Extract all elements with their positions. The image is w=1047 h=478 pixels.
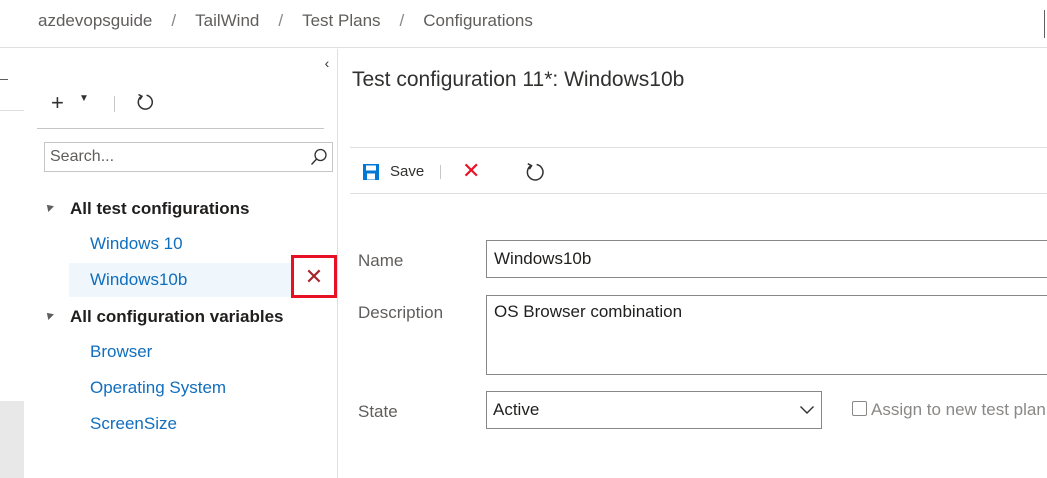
tree-group-configuration-variables[interactable]: All configuration variables	[70, 307, 284, 327]
top-bar: azdevopsguide / TailWind / Test Plans / Config…	[0, 0, 1047, 48]
chevron-down-icon	[800, 406, 814, 414]
state-dropdown[interactable]: Active	[486, 391, 822, 429]
discard-icon[interactable]: ✕	[462, 160, 484, 182]
command-bar: Save ✕	[350, 147, 1047, 194]
gutter-middle	[0, 111, 24, 401]
tree-item-windows-10[interactable]: Windows 10	[69, 227, 292, 261]
search-icon[interactable]	[310, 148, 328, 166]
collapse-pane-icon[interactable]: ‹	[320, 55, 334, 71]
assign-to-new-test-plan[interactable]: Assign to new test plan	[852, 400, 1046, 420]
left-gutter	[0, 49, 24, 478]
search-input[interactable]	[50, 147, 300, 167]
assign-label: Assign to new test plan	[871, 400, 1046, 419]
tree-group-test-configurations[interactable]: All test configurations	[70, 199, 249, 219]
breadcrumb-project[interactable]: TailWind	[195, 11, 259, 31]
tree-item-windows10b[interactable]: Windows10b	[69, 263, 292, 297]
page-title: Test configuration 11*: Windows10b	[352, 68, 685, 91]
configuration-details-pane: Test configuration 11*: Windows10b Save …	[339, 49, 1047, 478]
search-box[interactable]	[44, 142, 333, 172]
delete-icon[interactable]: ✕	[294, 258, 334, 295]
name-field[interactable]	[486, 240, 1047, 278]
breadcrumb-configurations[interactable]: Configurations	[423, 11, 533, 31]
breadcrumb-separator: /	[171, 11, 177, 30]
gutter-top	[0, 49, 24, 111]
refresh-icon[interactable]	[135, 92, 155, 112]
tree-item-browser[interactable]: Browser	[69, 335, 292, 369]
description-input[interactable]: OS Browser combination	[494, 302, 1034, 362]
name-label: Name	[358, 251, 404, 270]
delete-configuration-button[interactable]: ✕	[291, 255, 337, 298]
save-label: Save	[390, 163, 425, 180]
expand-triangle-icon[interactable]	[44, 310, 54, 320]
tree-item-screensize[interactable]: ScreenSize	[69, 407, 292, 441]
chevron-down-icon[interactable]: ▼	[79, 93, 89, 104]
command-divider	[440, 165, 441, 179]
breadcrumb-separator: /	[278, 11, 284, 30]
tree-toolbar: + ▼	[37, 79, 324, 129]
state-value: Active	[493, 400, 540, 419]
expand-triangle-icon[interactable]	[44, 202, 54, 212]
description-label: Description	[358, 303, 444, 322]
refresh-icon[interactable]	[524, 161, 546, 183]
state-label: State	[358, 402, 398, 421]
breadcrumb-test-plans[interactable]: Test Plans	[302, 11, 380, 31]
toolbar-divider	[114, 96, 115, 112]
breadcrumb: azdevopsguide / TailWind / Test Plans / Config…	[38, 11, 533, 31]
gutter-bottom	[0, 401, 24, 478]
add-icon[interactable]: +	[51, 92, 64, 114]
configurations-tree-pane: ‹ + ▼ All test configurations Windows 10…	[25, 49, 338, 478]
breadcrumb-separator: /	[399, 11, 405, 30]
assign-checkbox[interactable]	[852, 401, 867, 416]
tree-item-operating-system[interactable]: Operating System	[69, 371, 292, 405]
name-input[interactable]	[494, 247, 1034, 271]
breadcrumb-organization[interactable]: azdevopsguide	[38, 11, 152, 31]
description-field[interactable]: OS Browser combination	[486, 295, 1047, 375]
save-icon	[363, 164, 379, 180]
